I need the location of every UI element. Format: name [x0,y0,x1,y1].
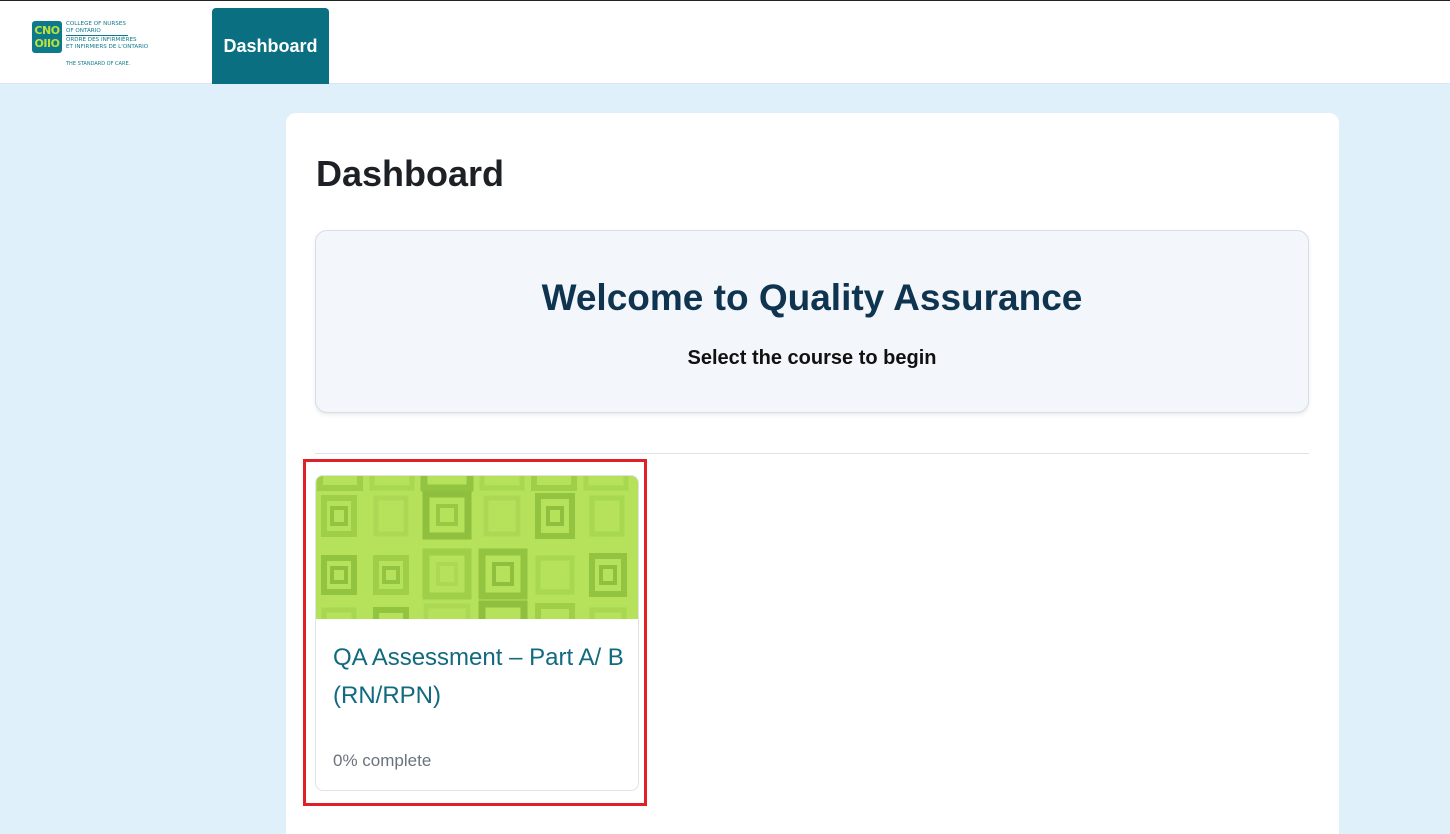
top-navbar: CNO OIIO COLLEGE OF NURSES OF ONTARIO OR… [0,0,1450,84]
logo-line-4: ET INFIRMIERS DE L'ONTARIO [66,43,149,50]
dashboard-main-region: Dashboard Welcome to Quality Assurance S… [286,113,1339,834]
section-divider [315,453,1309,454]
cno-logo-text: COLLEGE OF NURSES OF ONTARIO ORDRE DES I… [66,21,148,50]
cno-logo-mark: CNO OIIO [32,21,62,53]
course-image [316,476,638,619]
welcome-title: Welcome to Quality Assurance [541,277,1083,318]
logo-line-2: OF ONTARIO [66,27,101,34]
course-title-link[interactable]: QA Assessment – Part A/ B (RN/RPN) [333,639,628,715]
cno-logo[interactable]: CNO OIIO COLLEGE OF NURSES OF ONTARIO OR… [32,21,172,71]
course-card[interactable]: QA Assessment – Part A/ B (RN/RPN) 0% co… [315,475,639,791]
nav-dashboard-tab[interactable]: Dashboard [212,8,329,84]
course-progress-text: 0% complete [333,751,432,770]
logo-tagline: THE STANDARD OF CARE. [66,61,131,67]
page-title: Dashboard [316,153,505,194]
logo-line-3: ORDRE DES INFIRMIÈRES [66,37,137,44]
cno-logo-mark-text: CNO OIIO [34,24,60,50]
welcome-subtitle: Select the course to begin [687,347,937,369]
logo-line-1: COLLEGE OF NURSES [66,21,126,27]
welcome-block: Welcome to Quality Assurance Select the … [315,230,1309,413]
